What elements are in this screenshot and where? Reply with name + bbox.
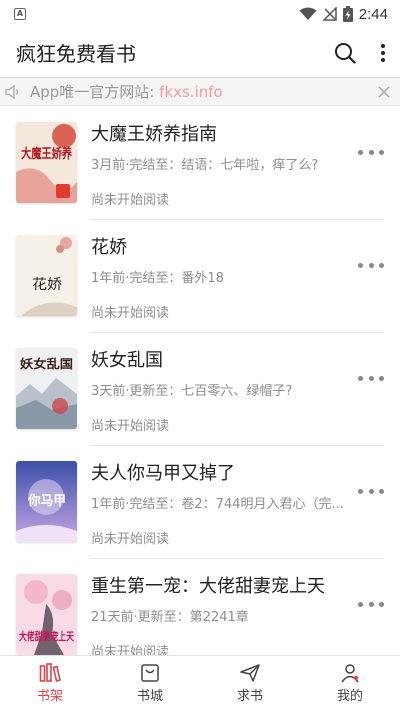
nav-bookshelf[interactable]: 书架 <box>0 656 100 711</box>
book-item[interactable]: 你马甲 夫人你马甲又掉了 1年前·完结至：卷2：744明月入君心（完... 尚未… <box>16 445 384 558</box>
book-update-info: 21天前·更新至：第2241章 <box>91 610 249 625</box>
nav-profile[interactable]: 我的 <box>300 656 400 711</box>
book-update-info: 1年前·完结至：卷2：744明月入君心（完... <box>91 497 344 512</box>
book-title: 重生第一宠：大佬甜妻宠上天 <box>91 576 325 597</box>
reading-status: 尚未开始阅读 <box>91 532 170 547</box>
search-icon[interactable] <box>334 42 356 64</box>
profile-icon <box>341 664 359 683</box>
book-cover[interactable]: 花娇 <box>16 235 77 316</box>
status-time: 2:44 <box>358 5 388 23</box>
send-icon <box>240 664 260 682</box>
no-signal-icon <box>322 7 337 21</box>
battery-charging-icon <box>342 6 353 22</box>
notification-a-icon: A <box>14 8 26 20</box>
cover-title-text: 大佬甜妻宠上天 <box>19 629 75 643</box>
app-bar: 疯狂免费看书 <box>0 28 400 78</box>
book-update-info: 1年前·完结至：番外18 <box>91 271 224 286</box>
reading-status: 尚未开始阅读 <box>91 193 170 208</box>
book-title: 夫人你马甲又掉了 <box>91 463 235 484</box>
cover-title-text: 大魔王娇养 <box>21 146 73 162</box>
speaker-icon <box>5 84 18 99</box>
book-title: 大魔王娇养指南 <box>91 124 217 145</box>
book-update-info: 3月前·完结至：结语：七年啦，痒了么? <box>91 158 319 173</box>
book-cover[interactable]: 妖女乱国 <box>16 348 77 429</box>
nav-label: 求书 <box>236 689 263 704</box>
nav-label: 我的 <box>336 689 363 704</box>
more-options-icon[interactable] <box>358 257 384 273</box>
book-cover[interactable]: 大魔王娇养 <box>16 122 77 203</box>
close-icon[interactable] <box>378 86 390 98</box>
book-title: 花娇 <box>91 237 127 258</box>
cover-title-text: 花娇 <box>32 277 62 293</box>
nav-label: 书城 <box>136 689 163 704</box>
book-title: 妖女乱国 <box>91 350 163 371</box>
cover-title-text: 你马甲 <box>27 493 66 509</box>
notice-text: App唯一官方网站: fkxs.info <box>30 83 223 101</box>
cover-title-text: 妖女乱国 <box>20 356 73 371</box>
website-link[interactable]: fkxs.info <box>159 83 223 101</box>
store-icon <box>141 664 159 682</box>
more-vertical-icon[interactable] <box>380 43 386 63</box>
book-update-info: 3天前·更新至：七百零六、绿帽子? <box>91 384 293 399</box>
more-options-icon[interactable] <box>358 144 384 160</box>
bottom-nav: 书架 书城 求书 我的 <box>0 655 400 711</box>
book-item[interactable]: 花娇 花娇 1年前·完结至：番外18 尚未开始阅读 <box>16 219 384 332</box>
book-cover[interactable]: 你马甲 <box>16 461 77 542</box>
nav-bookstore[interactable]: 书城 <box>100 656 200 711</box>
notice-bar: App唯一官方网站: fkxs.info <box>0 78 400 106</box>
book-item[interactable]: 妖女乱国 妖女乱国 3天前·更新至：七百零六、绿帽子? 尚未开始阅读 <box>16 332 384 445</box>
page-title: 疯狂免费看书 <box>16 42 136 66</box>
reading-status: 尚未开始阅读 <box>91 419 170 434</box>
book-item[interactable]: 大魔王娇养 大魔王娇养指南 3月前·完结至：结语：七年啦，痒了么? 尚未开始阅读 <box>16 106 384 219</box>
reading-status: 尚未开始阅读 <box>91 306 170 321</box>
more-options-icon[interactable] <box>358 596 384 612</box>
status-bar: A 2:44 <box>0 0 400 28</box>
nav-label: 书架 <box>36 689 63 704</box>
book-cover[interactable]: 大佬甜妻宠上天 <box>16 574 77 655</box>
wifi-icon <box>299 7 317 20</box>
bookshelf-list: 大魔王娇养 大魔王娇养指南 3月前·完结至：结语：七年啦，痒了么? 尚未开始阅读… <box>0 106 400 671</box>
nav-request-book[interactable]: 求书 <box>200 656 300 711</box>
more-options-icon[interactable] <box>358 370 384 386</box>
bookshelf-icon <box>39 663 61 683</box>
more-options-icon[interactable] <box>358 483 384 499</box>
